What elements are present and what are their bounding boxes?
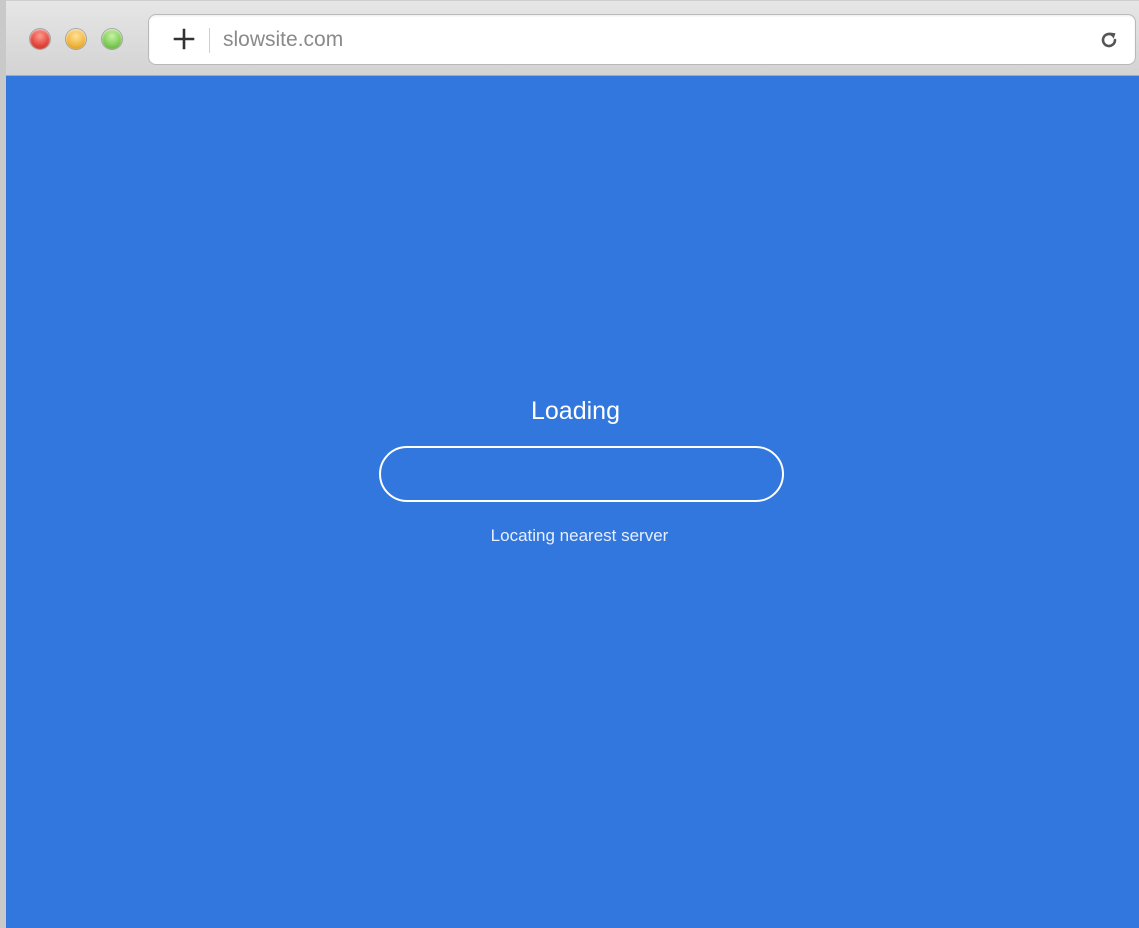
browser-window: slowsite.com Loading Locating nearest se…	[0, 0, 1139, 928]
loading-status: Locating nearest server	[490, 526, 669, 545]
progress-bar	[379, 446, 784, 502]
loading-screen: Loading Locating nearest server	[6, 0, 1139, 928]
loading-title: Loading	[531, 397, 620, 425]
